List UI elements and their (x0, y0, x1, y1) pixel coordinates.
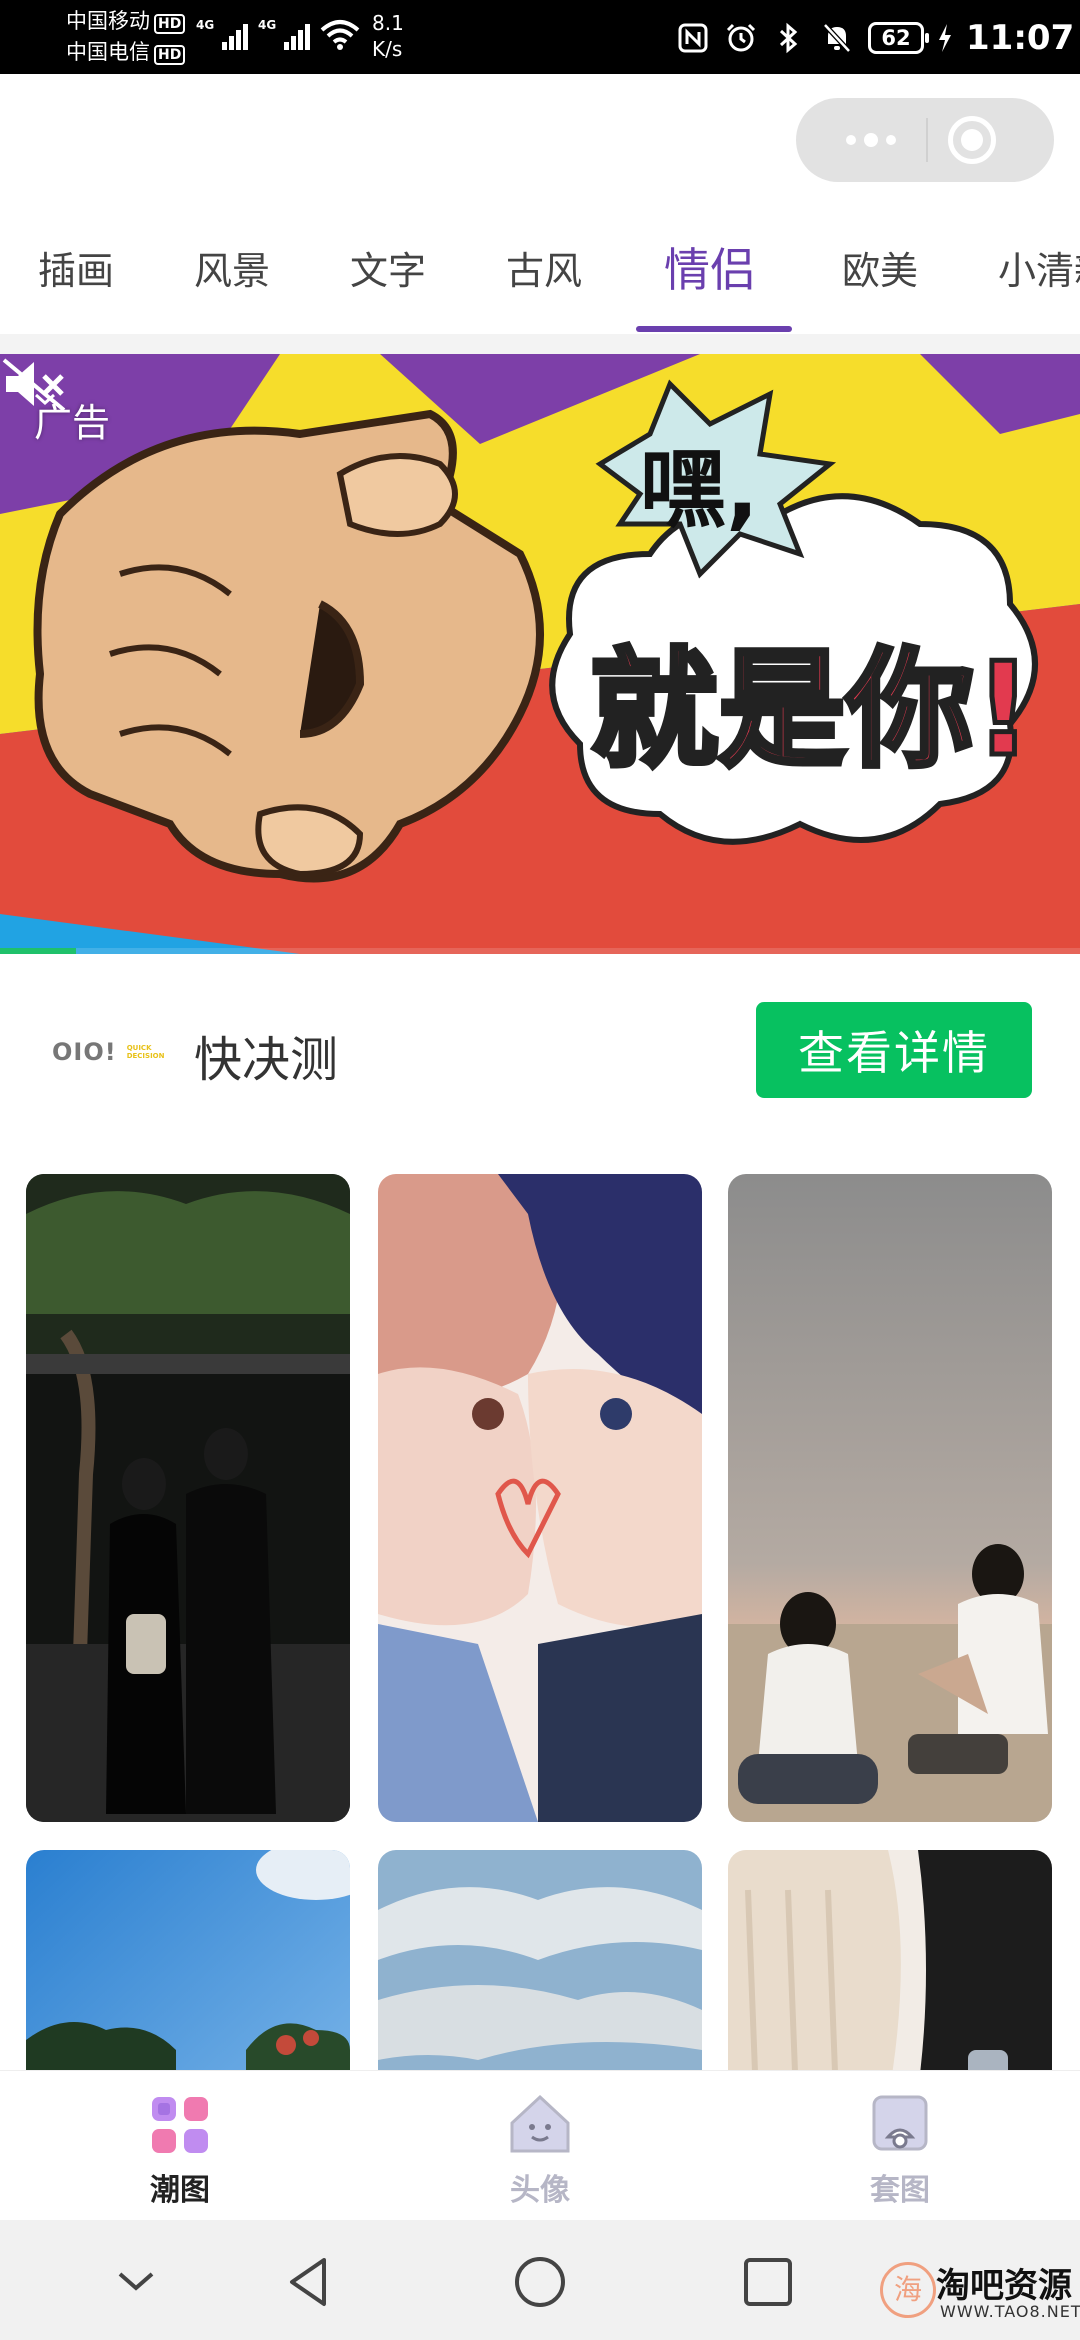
charging-icon (938, 21, 952, 55)
status-bar: 中国移动 HD 中国电信 HD 4G 4G 8.1 K/s 62 11:07 (0, 0, 1080, 74)
notification-muted-icon (820, 21, 854, 55)
signal-2-icon: 4G (258, 18, 310, 50)
wallpaper-grid (0, 1144, 1080, 2070)
status-icons: 62 11:07 (676, 18, 1074, 58)
net-speed: 8.1 K/s (372, 10, 404, 62)
tab-fresh[interactable]: 小清新 (998, 240, 1080, 295)
tab-illustration[interactable]: 插画 (38, 240, 114, 295)
grid-card-anime-couple[interactable] (378, 1174, 702, 1822)
watermark: 海 淘吧资源 WWW.TAO8.NET (880, 2250, 1080, 2336)
ad-advertiser-row: OIO! QUICK DECISION 快决测 查看详情 (0, 954, 1080, 1144)
collapse-icon[interactable] (104, 2250, 168, 2314)
capsule-divider (926, 118, 928, 162)
tab-western[interactable]: 欧美 (842, 240, 918, 295)
advertiser-name: 快决测 (194, 1032, 339, 1088)
battery-indicator: 62 (868, 22, 929, 54)
alarm-icon (724, 21, 758, 55)
tab-label: 套图 (870, 2173, 930, 2208)
grid-card-couple-street[interactable] (26, 1174, 350, 1822)
hd-badge: HD (154, 45, 186, 65)
watermark-url: WWW.TAO8.NET (940, 2302, 1080, 2321)
tab-scenery[interactable]: 风景 (194, 240, 270, 295)
tab-active-indicator (636, 326, 792, 332)
net-speed-value: 8.1 (372, 11, 404, 35)
carrier-2-label: 中国电信 (66, 40, 150, 64)
nfc-icon (676, 21, 710, 55)
carrier-1-label: 中国移动 (66, 9, 150, 33)
grid-card-sky-clouds[interactable] (378, 1850, 702, 2070)
grid-card-sky-trees[interactable] (26, 1850, 350, 2070)
home-icon[interactable] (508, 2250, 572, 2314)
tab-trend-images[interactable]: 潮图 (100, 2093, 260, 2209)
tab-label: 头像 (510, 2173, 570, 2208)
tab-avatars[interactable]: 头像 (460, 2093, 620, 2209)
signal-1-icon: 4G (196, 18, 248, 50)
ad-banner[interactable]: 嘿, 就是你! 广告 (0, 354, 1080, 954)
close-miniprogram-icon[interactable] (948, 116, 996, 164)
clock: 11:07 (966, 18, 1075, 58)
grid-squares-icon (152, 2097, 208, 2153)
view-details-button[interactable]: 查看详情 (756, 1002, 1032, 1098)
ad-artwork: 嘿, 就是你! (0, 354, 1080, 954)
tab-label: 潮图 (150, 2173, 210, 2208)
section-divider (0, 334, 1080, 354)
back-icon[interactable] (278, 2250, 342, 2314)
advertiser-logo-sub: QUICK DECISION (126, 1044, 165, 1060)
advertiser-logo-mark: OIO! (52, 1038, 117, 1066)
grid-card-couple-beach[interactable] (728, 1174, 1052, 1822)
category-tabs: 插画 风景 文字 古风 情侣 欧美 小清新 (0, 204, 1080, 334)
more-dots-icon[interactable] (826, 118, 916, 162)
mini-program-header (0, 74, 1080, 204)
svg-text:4G: 4G (196, 18, 214, 32)
avatar-house-icon (510, 2094, 570, 2153)
bluetooth-icon (772, 21, 806, 55)
tab-couple[interactable]: 情侣 (664, 234, 756, 300)
advertiser-logo: OIO! QUICK DECISION (52, 1032, 168, 1072)
ad-headline-big: 就是你! (590, 636, 1032, 785)
grid-card-couple-sweaters[interactable] (728, 1850, 1052, 2070)
watermark-title: 淘吧资源 (936, 2266, 1072, 2306)
tab-ancient-style[interactable]: 古风 (506, 240, 582, 295)
tab-text[interactable]: 文字 (350, 240, 426, 295)
ad-headline-small: 嘿, (640, 440, 759, 540)
recents-icon[interactable] (736, 2250, 800, 2314)
svg-text:4G: 4G (258, 18, 276, 32)
bottom-tab-bar: 潮图 头像 套图 (0, 2070, 1080, 2220)
carrier-info: 中国移动 HD 中国电信 HD (66, 6, 186, 68)
tab-sets[interactable]: 套图 (820, 2093, 980, 2209)
wifi-icon (320, 20, 360, 50)
speaker-muted-icon[interactable] (0, 354, 70, 414)
hd-badge: HD (154, 14, 186, 34)
watermark-logo: 海 (880, 2262, 936, 2318)
mini-program-capsule (796, 98, 1054, 182)
set-album-icon (872, 2095, 928, 2151)
net-speed-unit: K/s (372, 37, 403, 61)
